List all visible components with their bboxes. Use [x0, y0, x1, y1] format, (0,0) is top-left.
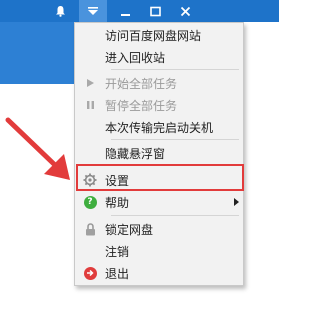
context-menu: 访问百度网盘网站 进入回收站 开始全部任务 暂停全部任务 本次传输完启动关机 隐…	[74, 22, 244, 286]
menu-item-label: 开始全部任务	[105, 76, 178, 91]
exit-icon	[75, 266, 105, 280]
menu-item-help[interactable]: ? 帮助	[75, 191, 243, 213]
menu-separator	[111, 69, 239, 70]
menu-item-shutdown-after-transfer[interactable]: 本次传输完启动关机	[75, 116, 243, 138]
menu-item-logout[interactable]: 注销	[75, 240, 243, 262]
pause-icon	[75, 101, 105, 109]
menu-item-pause-all[interactable]: 暂停全部任务	[75, 94, 243, 116]
menu-item-label: 退出	[105, 266, 130, 281]
menu-separator	[111, 215, 239, 216]
menu-item-label: 锁定网盘	[105, 222, 154, 237]
menu-item-start-all[interactable]: 开始全部任务	[75, 72, 243, 94]
menu-item-label: 暂停全部任务	[105, 98, 178, 113]
minimize-icon[interactable]	[111, 0, 139, 22]
menu-item-label: 本次传输完启动关机	[105, 120, 214, 135]
dropdown-icon[interactable]	[79, 0, 107, 22]
menu-item-label: 隐藏悬浮窗	[105, 146, 166, 161]
menu-separator	[111, 139, 239, 140]
menu-item-label: 访问百度网盘网站	[105, 28, 202, 43]
annotation-arrow	[5, 117, 70, 180]
menu-item-recycle-bin[interactable]: 进入回收站	[75, 46, 243, 68]
help-icon: ?	[75, 195, 105, 209]
menu-item-label: 进入回收站	[105, 50, 166, 65]
window-content-area	[0, 22, 75, 84]
play-icon	[75, 79, 105, 87]
menu-item-lock[interactable]: 锁定网盘	[75, 218, 243, 240]
submenu-arrow-icon	[234, 198, 239, 206]
bell-icon[interactable]	[46, 0, 74, 22]
close-icon[interactable]	[171, 0, 199, 22]
menu-item-label: 帮助	[105, 195, 130, 210]
menu-item-exit[interactable]: 退出	[75, 262, 243, 284]
maximize-icon[interactable]	[141, 0, 169, 22]
menu-item-label: 注销	[105, 244, 130, 259]
settings-highlight-box	[76, 164, 244, 191]
menu-item-hide-float-window[interactable]: 隐藏悬浮窗	[75, 142, 243, 164]
title-bar	[0, 0, 279, 22]
menu-item-visit-website[interactable]: 访问百度网盘网站	[75, 24, 243, 46]
lock-icon	[75, 222, 105, 236]
